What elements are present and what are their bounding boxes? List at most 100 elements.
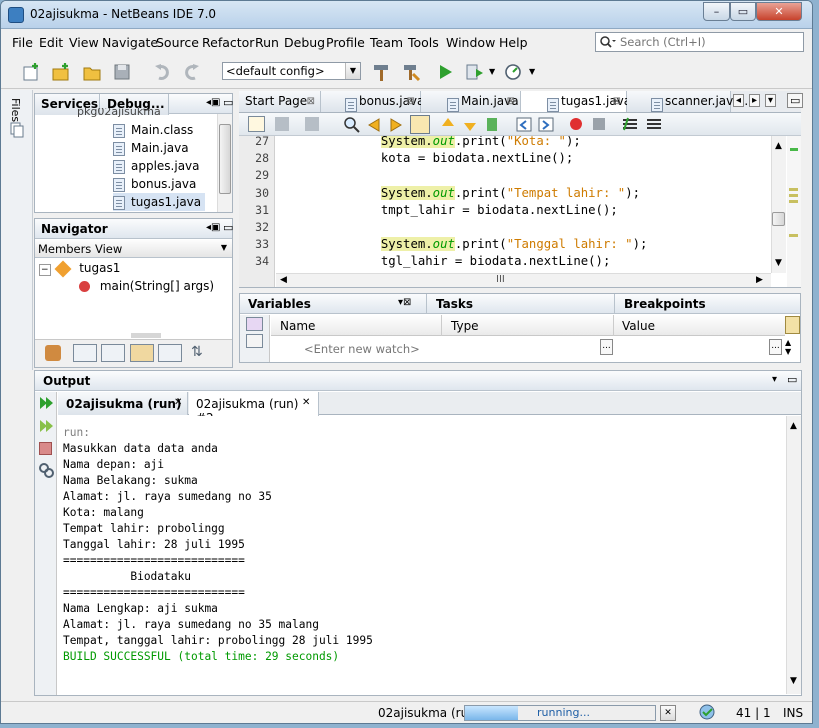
tab-output-run-2[interactable]: 02ajisukma (run) #2 ✕	[189, 392, 319, 425]
new-file-button[interactable]	[19, 60, 43, 84]
debug-project-button[interactable]	[463, 60, 487, 84]
column-value[interactable]: Value	[622, 319, 655, 333]
column-type[interactable]: Type	[451, 319, 479, 333]
close-button[interactable]: ✕	[756, 2, 802, 21]
output-menu-icon[interactable]: ▾	[772, 374, 777, 385]
scrollbar-thumb[interactable]	[219, 124, 231, 194]
nonpublic-filter-button[interactable]	[130, 344, 154, 362]
fields-filter-button[interactable]	[73, 344, 97, 362]
maximize-editor-icon[interactable]: ▭	[787, 93, 804, 108]
tab-tasks[interactable]: Tasks	[436, 294, 473, 315]
config-select[interactable]: <default config> ▼	[222, 62, 361, 80]
next-bookmark-icon[interactable]	[461, 116, 479, 133]
close-icon[interactable]: ⊠	[407, 92, 415, 112]
toggle-highlight-button[interactable]	[410, 115, 430, 134]
menu-run[interactable]: Run	[255, 35, 279, 50]
stop-macro-button[interactable]	[593, 118, 605, 130]
menu-profile[interactable]: Profile	[326, 35, 365, 50]
sort-button[interactable]	[158, 344, 182, 362]
tree-item-main-java[interactable]: Main.java	[113, 139, 189, 157]
navigator-class-node[interactable]: − tugas1	[39, 259, 120, 277]
menu-file[interactable]: File	[12, 35, 33, 50]
menu-navigate[interactable]: Navigate	[102, 35, 158, 50]
column-chooser-icon[interactable]	[785, 316, 800, 334]
menu-tools[interactable]: Tools	[408, 35, 439, 50]
column-name[interactable]: Name	[280, 319, 315, 333]
scroll-up-icon[interactable]: ▲	[790, 421, 797, 431]
watch-value-editor-button[interactable]: ...	[600, 339, 613, 355]
members-view-select[interactable]: Members View ▼	[35, 240, 232, 258]
watch-edit-button[interactable]: ...	[769, 339, 782, 355]
maximize-button[interactable]: ▭	[730, 2, 756, 21]
navigator-hscroll[interactable]	[131, 333, 161, 338]
uncomment-icon[interactable]	[645, 116, 663, 133]
tab-tugas1-java[interactable]: tugas1.java ⊠	[521, 91, 631, 112]
sort-order-icon[interactable]: ⇅	[191, 344, 203, 360]
scroll-down-icon[interactable]: ▼	[775, 258, 782, 268]
scroll-left-icon[interactable]: ◀	[280, 275, 287, 285]
cancel-task-button[interactable]: ✕	[660, 705, 676, 721]
source-history-button[interactable]	[248, 116, 265, 132]
variables-menu-icon[interactable]: ▾⊠	[398, 297, 411, 308]
shift-right-icon[interactable]	[537, 116, 555, 133]
minimize-panel-icon[interactable]: ▭	[223, 221, 233, 234]
inherited-members-icon[interactable]	[45, 345, 61, 361]
menu-window[interactable]: Window	[446, 35, 495, 50]
minimize-panel-icon[interactable]: ▭	[223, 96, 233, 109]
hscroll-grip[interactable]: III	[496, 274, 505, 285]
menu-source[interactable]: Source	[156, 35, 199, 50]
tab-scanner-java[interactable]: scanner.java...	[627, 91, 752, 112]
comment-icon[interactable]	[621, 116, 639, 133]
rerun-icon[interactable]	[38, 395, 54, 411]
search-input[interactable]	[620, 34, 800, 50]
panel-menu-icon[interactable]: ◂▣	[206, 222, 220, 233]
close-icon[interactable]: ⊠	[307, 92, 315, 112]
scroll-tabs-left-icon[interactable]: ◂	[733, 94, 745, 107]
rerun-with-args-icon[interactable]	[38, 418, 54, 434]
tab-bonus-java[interactable]: bonus.java ⊠	[321, 91, 424, 112]
show-watches-icon[interactable]	[246, 334, 263, 348]
shift-left-icon[interactable]	[515, 116, 533, 133]
navigator-method-node[interactable]: main(String[] args)	[79, 277, 214, 295]
clean-build-button[interactable]	[399, 60, 423, 84]
code-editor[interactable]: 27 System.out.print("Kota: "); 28 kota = …	[239, 136, 801, 288]
scroll-down-icon[interactable]: ▼	[790, 676, 797, 686]
tab-breakpoints[interactable]: Breakpoints	[624, 294, 706, 315]
save-all-button[interactable]	[110, 60, 134, 84]
scroll-up-icon[interactable]: ▲	[775, 141, 782, 151]
output-vscrollbar[interactable]: ▲ ▼	[786, 416, 801, 694]
projects-scrollbar[interactable]	[217, 114, 232, 212]
minimize-output-icon[interactable]: ▭	[787, 373, 797, 386]
start-macro-icon[interactable]	[569, 117, 584, 132]
settings-icon[interactable]	[38, 462, 54, 478]
back-button[interactable]	[275, 117, 289, 131]
menu-view[interactable]: View	[69, 35, 99, 50]
stop-icon[interactable]	[39, 442, 52, 455]
tab-list-icon[interactable]: ▾	[765, 94, 777, 107]
find-icon[interactable]	[343, 116, 361, 133]
scroll-right-icon[interactable]: ▶	[756, 275, 763, 285]
debug-dropdown-icon[interactable]: ▼	[489, 67, 495, 76]
panel-menu-icon[interactable]: ◂▣	[206, 97, 220, 108]
redo-button[interactable]	[179, 60, 203, 84]
tree-package[interactable]: pkg02ajisukma	[77, 108, 161, 118]
static-filter-button[interactable]	[101, 344, 125, 362]
new-project-button[interactable]	[49, 60, 73, 84]
close-icon[interactable]: ⊠	[507, 92, 515, 112]
profile-project-button[interactable]	[501, 60, 525, 84]
toggle-bookmark-icon[interactable]	[483, 116, 501, 133]
tree-item-apples-java[interactable]: apples.java	[113, 157, 200, 175]
new-watch-icon[interactable]	[246, 317, 263, 331]
menu-team[interactable]: Team	[370, 35, 403, 50]
output-console[interactable]: run: Masukkan data data anda Nama depan: a…	[58, 416, 786, 694]
close-icon[interactable]: ⊠	[613, 92, 621, 112]
tree-item-main-class[interactable]: Main.class	[113, 121, 193, 139]
profile-dropdown-icon[interactable]: ▼	[529, 67, 535, 76]
find-previous-icon[interactable]	[365, 116, 383, 133]
menu-edit[interactable]: Edit	[39, 35, 63, 50]
new-watch-row[interactable]: <Enter new watch>	[304, 342, 420, 356]
open-project-button[interactable]	[80, 60, 104, 84]
tab-output-run[interactable]: 02ajisukma (run) ✕	[58, 392, 188, 415]
forward-button[interactable]	[305, 117, 319, 131]
close-icon[interactable]: ✕	[302, 397, 310, 408]
